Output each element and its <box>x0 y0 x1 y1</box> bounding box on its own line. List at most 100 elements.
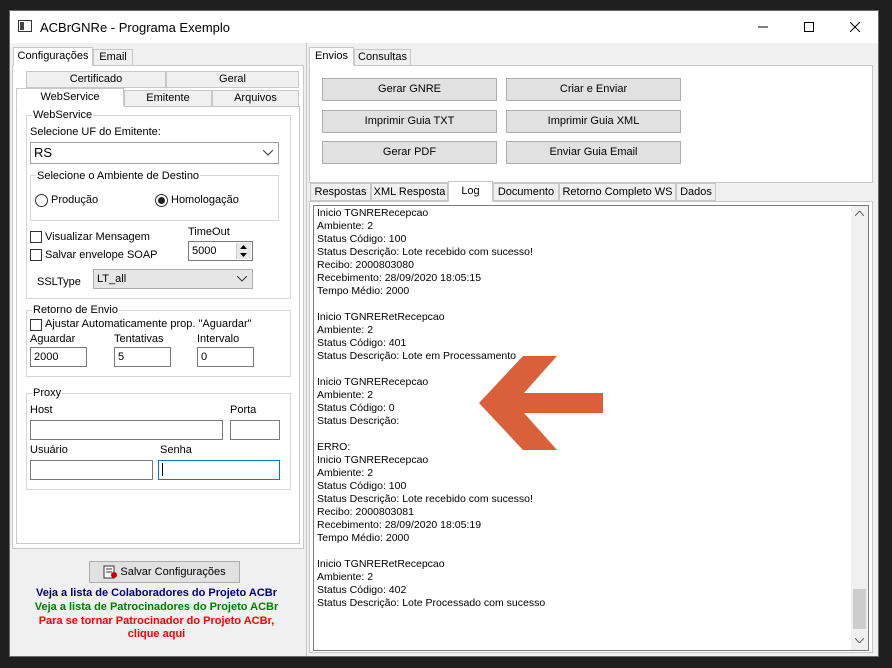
gerar-gnre-button[interactable]: Gerar GNRE <box>322 78 497 101</box>
log-line: Ambiente: 2 <box>317 324 374 336</box>
tab-webservice[interactable]: WebService <box>16 88 124 107</box>
link-patrocinadores[interactable]: Veja a lista de Patrocinadores do Projet… <box>10 601 303 613</box>
webservice-group: WebService Selecione UF do Emitente: RS … <box>26 109 291 299</box>
gerar-pdf-button[interactable]: Gerar PDF <box>322 141 497 164</box>
radio-homologacao-label: Homologação <box>171 194 239 206</box>
log-line: Inicio TGNRERetRecepcao <box>317 558 445 570</box>
retorno-group: Retorno de Envio Ajustar Automaticamente… <box>26 304 291 377</box>
radio-homologacao[interactable] <box>155 194 168 207</box>
enviar-guia-email-button[interactable]: Enviar Guia Email <box>506 141 681 164</box>
tab-dados[interactable]: Dados <box>676 183 716 201</box>
tab-certificado[interactable]: Certificado <box>26 71 166 88</box>
porta-input[interactable] <box>230 420 280 440</box>
proxy-group: Proxy Host Porta Usuário Senha <box>26 387 291 490</box>
log-line: Recibo: 2000803081 <box>317 506 414 518</box>
aguardar-label: Aguardar <box>30 333 76 345</box>
log-line: Inicio TGNRERetRecepcao <box>317 311 445 323</box>
imprimir-guia-txt-button[interactable]: Imprimir Guia TXT <box>322 110 497 133</box>
chevron-down-icon <box>263 150 273 156</box>
scroll-down-icon[interactable] <box>855 638 864 643</box>
log-panel: Inicio TGNRERecepcao Ambiente: 2 Status Có… <box>309 201 873 653</box>
scrollbar-thumb[interactable] <box>853 589 866 629</box>
tab-arquivos[interactable]: Arquivos <box>212 90 299 107</box>
close-icon <box>849 21 861 33</box>
log-line: Inicio TGNRERecepcao <box>317 207 429 219</box>
porta-label: Porta <box>230 404 257 416</box>
imprimir-guia-xml-button[interactable]: Imprimir Guia XML <box>506 110 681 133</box>
chk-visualizar-mensagem[interactable] <box>30 231 42 243</box>
envios-panel: Gerar GNRE Criar e Enviar Imprimir Guia … <box>309 65 873 183</box>
tab-retorno-completo-ws[interactable]: Retorno Completo WS <box>559 183 676 201</box>
tab-xml-resposta[interactable]: XML Resposta <box>371 183 448 201</box>
aguardar-input[interactable]: 2000 <box>30 347 87 367</box>
tentativas-input[interactable]: 5 <box>114 347 171 367</box>
log-line: Status Descrição: Lote Processado com su… <box>317 597 546 609</box>
uf-label: Selecione UF do Emitente: <box>30 126 161 138</box>
salvar-configuracoes-button[interactable]: Salvar Configurações <box>89 561 240 583</box>
chk-visualizar-label: Visualizar Mensagem <box>45 231 150 243</box>
log-line: Tempo Médio: 2000 <box>317 532 410 544</box>
minimize-icon <box>758 26 768 28</box>
host-input[interactable] <box>30 420 223 440</box>
log-memo[interactable]: Inicio TGNRERecepcao Ambiente: 2 Status Có… <box>313 205 869 651</box>
log-scrollbar[interactable] <box>851 206 868 650</box>
tab-consultas[interactable]: Consultas <box>354 49 411 66</box>
maximize-icon <box>804 22 814 33</box>
link-tornar-patrocinador[interactable]: Para se tornar Patrocinador do Projeto A… <box>10 615 303 627</box>
tab-email[interactable]: Email <box>93 49 133 66</box>
chk-ajustar-label: Ajustar Automaticamente prop. "Aguardar" <box>45 318 252 330</box>
senha-input[interactable] <box>158 460 280 480</box>
chk-ajustar-aguardar[interactable] <box>30 319 42 331</box>
app-window: ACBrGNRe - Programa Exemplo Configuraçõe… <box>9 10 879 657</box>
minimize-button[interactable] <box>740 11 786 43</box>
timeout-value: 5000 <box>192 245 217 257</box>
radio-producao[interactable] <box>35 194 48 207</box>
proxy-group-label: Proxy <box>32 387 63 399</box>
link-clique-aqui[interactable]: clique aqui <box>10 628 303 640</box>
right-panel: Envios Consultas Gerar GNRE Criar e Envi… <box>308 43 878 656</box>
ambiente-group: Selecione o Ambiente de Destino Produção… <box>30 170 279 221</box>
retorno-group-label: Retorno de Envio <box>32 304 119 316</box>
link-colaboradores[interactable]: Veja a lista de Colaboradores do Projeto… <box>10 587 303 599</box>
ssltype-select[interactable]: LT_all <box>93 269 253 289</box>
log-line: Status Código: 100 <box>317 480 407 492</box>
scroll-up-icon[interactable] <box>855 211 864 216</box>
spin-down-icon <box>240 253 247 257</box>
tab-log[interactable]: Log <box>448 181 493 202</box>
splitter[interactable] <box>306 43 307 656</box>
spin-up-icon <box>240 245 247 249</box>
uf-select[interactable]: RS <box>30 142 279 164</box>
uf-select-value: RS <box>34 145 53 160</box>
tentativas-label: Tentativas <box>114 333 164 345</box>
text-cursor <box>162 463 163 476</box>
tab-envios[interactable]: Envios <box>309 47 354 66</box>
webservice-tab-content: WebService Selecione UF do Emitente: RS … <box>16 106 300 544</box>
tab-documento[interactable]: Documento <box>493 183 559 201</box>
ssltype-label: SSLType <box>37 276 81 288</box>
intervalo-input[interactable]: 0 <box>197 347 254 367</box>
log-line: Inicio TGNRERecepcao <box>317 454 429 466</box>
radio-producao-label: Produção <box>51 194 99 206</box>
log-line: Status Descrição: Lote recebido com suce… <box>317 246 533 258</box>
chk-salvar-label: Salvar envelope SOAP <box>45 249 158 261</box>
close-button[interactable] <box>832 11 878 43</box>
tab-configuracoes[interactable]: Configurações <box>13 47 93 66</box>
maximize-button[interactable] <box>786 11 832 43</box>
ambiente-group-label: Selecione o Ambiente de Destino <box>36 170 201 182</box>
salvar-configuracoes-label: Salvar Configurações <box>120 566 226 578</box>
tab-emitente[interactable]: Emitente <box>124 90 212 107</box>
timeout-label: TimeOut <box>188 226 230 238</box>
timeout-input[interactable]: 5000 <box>188 241 253 261</box>
tab-respostas[interactable]: Respostas <box>310 183 371 201</box>
tab-geral[interactable]: Geral <box>166 71 299 88</box>
criar-enviar-button[interactable]: Criar e Enviar <box>506 78 681 101</box>
chevron-down-icon <box>237 276 247 282</box>
usuario-input[interactable] <box>30 460 153 480</box>
timeout-spinner[interactable] <box>236 243 251 259</box>
save-config-icon <box>103 565 118 579</box>
usuario-label: Usuário <box>30 444 68 456</box>
window-title: ACBrGNRe - Programa Exemplo <box>40 20 230 35</box>
chk-salvar-soap[interactable] <box>30 249 42 261</box>
log-line: Ambiente: 2 <box>317 467 374 479</box>
